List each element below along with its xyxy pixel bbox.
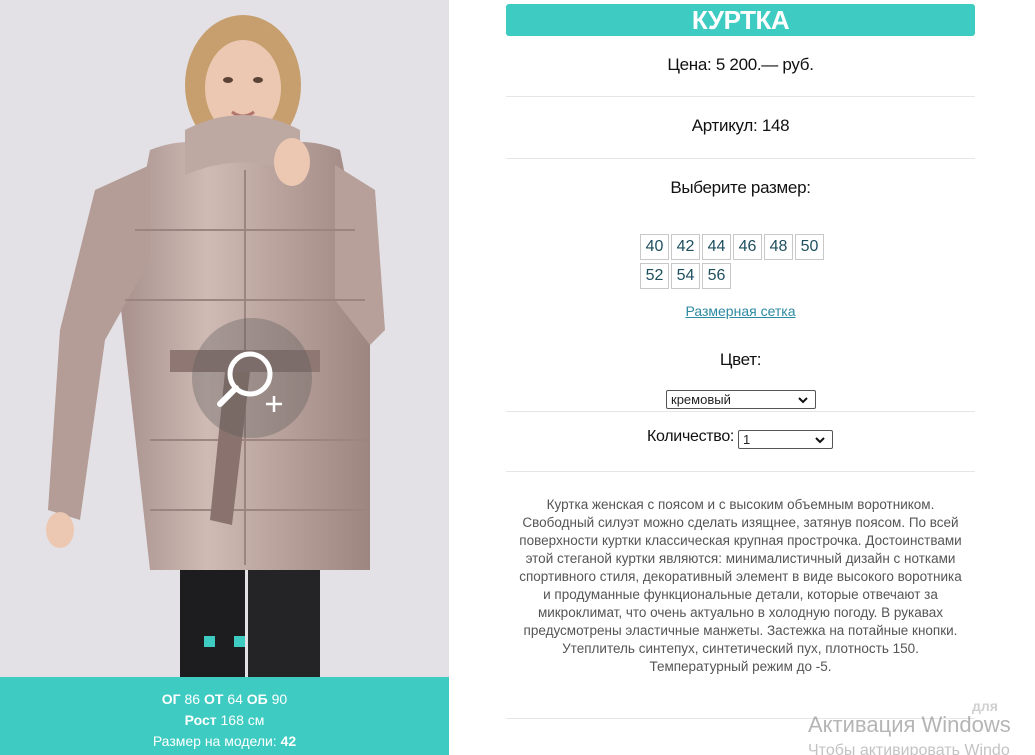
chevron-down-icon [798, 397, 808, 404]
size-option-44[interactable]: 44 [702, 234, 731, 260]
color-selected-value: кремовый [671, 392, 731, 407]
ob-value: 90 [271, 691, 288, 707]
divider [506, 158, 975, 159]
size-option-40[interactable]: 40 [640, 234, 669, 260]
size-option-54[interactable]: 54 [671, 263, 700, 289]
divider [506, 96, 975, 97]
windows-activation-subtitle: Чтобы активировать Windo [808, 742, 1010, 755]
ot-value: 64 [227, 691, 243, 707]
product-description: Куртка женская с поясом и с высоким объе… [519, 497, 962, 674]
measurements-line: ОГ 86 ОТ 64 ОБ 90 [0, 689, 449, 710]
size-option-48[interactable]: 48 [764, 234, 793, 260]
height-value: 168 см [220, 712, 265, 728]
product-title: КУРТКА [506, 4, 975, 36]
choose-size-label: Выберите размер: [670, 178, 811, 197]
zoom-in-icon [217, 351, 282, 412]
size-option-46[interactable]: 46 [733, 234, 762, 260]
size-option-50[interactable]: 50 [795, 234, 824, 260]
divider [506, 411, 975, 412]
og-label: ОГ [161, 691, 181, 707]
product-info: КУРТКА Цена: 5 200.— руб. Артикул: 148 В… [506, 0, 975, 755]
ob-label: ОБ [246, 691, 268, 707]
slide-dot-2[interactable] [234, 636, 245, 647]
slide-dot-1[interactable] [204, 636, 215, 647]
product-photo-panel: ОГ 86 ОТ 64 ОБ 90 Рост 168 см Размер на … [0, 0, 449, 755]
model-size-line: Размер на модели: 42 [0, 731, 449, 752]
og-value: 86 [184, 691, 201, 707]
size-chart-link[interactable]: Размерная сетка [506, 303, 975, 319]
model-measurements: ОГ 86 ОТ 64 ОБ 90 Рост 168 см Размер на … [0, 677, 449, 755]
size-option-56[interactable]: 56 [702, 263, 731, 289]
quantity-label: Количество: [647, 428, 735, 445]
model-size-value: 42 [280, 733, 297, 749]
zoom-button[interactable] [192, 318, 312, 438]
windows-activation-title: Активация Windows [808, 712, 1011, 737]
ot-label: ОТ [203, 691, 224, 707]
model-size-label: Размер на модели: [152, 733, 277, 749]
size-option-52[interactable]: 52 [640, 263, 669, 289]
slide-indicators [204, 636, 254, 648]
height-label: Рост [184, 712, 217, 728]
product-price: Цена: 5 200.— руб. [667, 55, 814, 74]
product-article: Артикул: 148 [691, 116, 790, 135]
height-line: Рост 168 см [0, 710, 449, 731]
color-select[interactable]: кремовый [666, 390, 816, 409]
color-label: Цвет: [719, 350, 762, 369]
quantity-select[interactable]: 1 [738, 430, 833, 449]
chevron-down-icon [815, 437, 825, 444]
divider [506, 471, 975, 472]
quantity-selected-value: 1 [743, 432, 751, 447]
size-option-42[interactable]: 42 [671, 234, 700, 260]
